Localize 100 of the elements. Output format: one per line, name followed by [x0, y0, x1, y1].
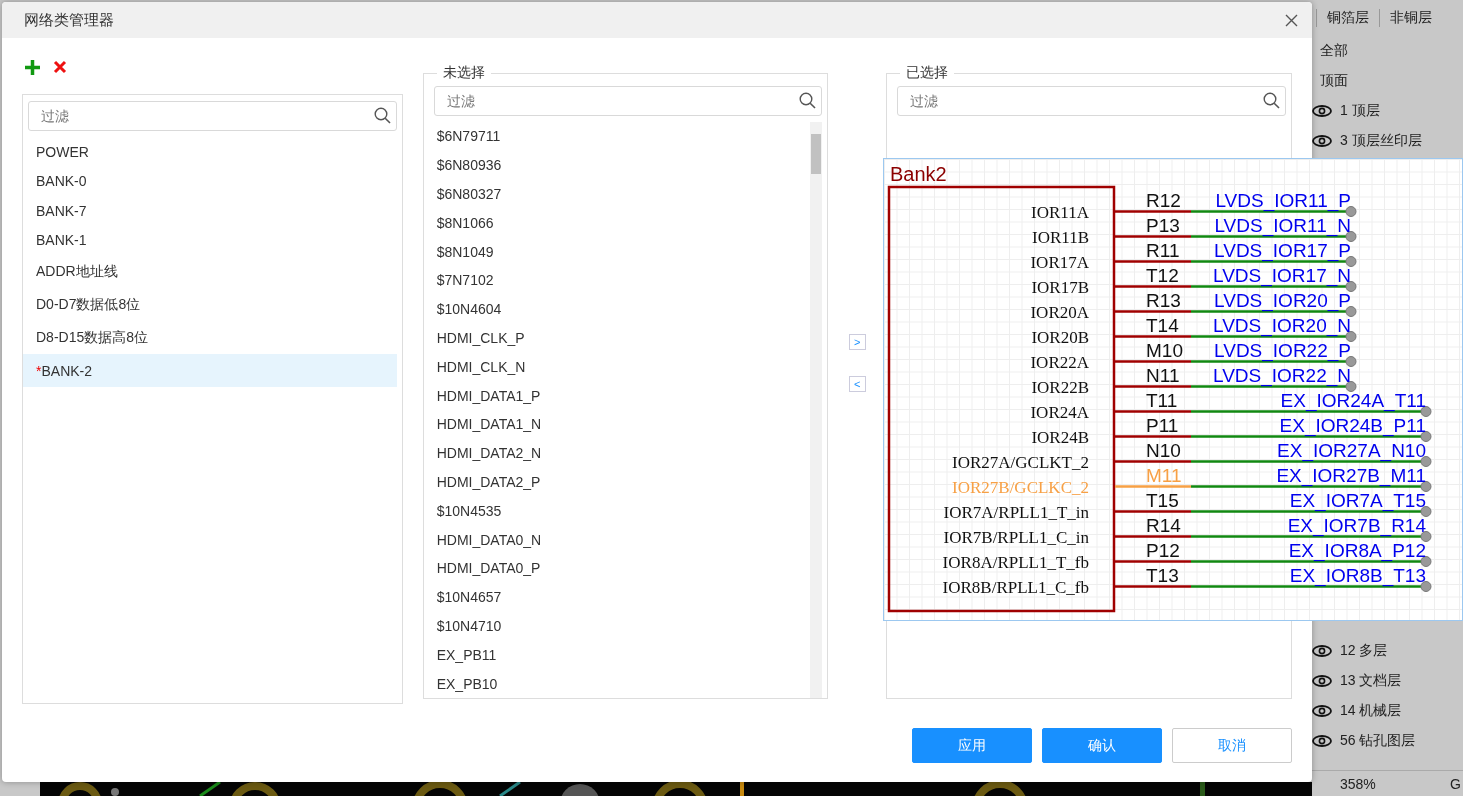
layer-item[interactable]: 14 机械层	[1340, 702, 1402, 720]
eye-icon[interactable]	[1312, 135, 1332, 147]
zoom-level: 358%	[1340, 775, 1376, 792]
pin-number: R13	[1146, 289, 1181, 311]
eye-icon[interactable]	[1312, 675, 1332, 687]
class-item[interactable]: BANK-1	[23, 225, 397, 255]
pin-number: R12	[1146, 189, 1181, 211]
pin-name: IOR8B/RPLL1_C_fb	[942, 577, 1089, 597]
net-item[interactable]: EX_PB11	[428, 640, 811, 670]
net-item[interactable]: HDMI_DATA0_P	[428, 553, 811, 583]
filter-field[interactable]: 过滤	[433, 86, 823, 116]
net-item[interactable]: EX_PB10	[428, 669, 811, 698]
net-item[interactable]: $10N4535	[428, 496, 811, 526]
net-label: LVDS_IOR22_N	[1213, 364, 1351, 386]
search-icon	[1263, 92, 1280, 109]
pin-number: T15	[1146, 489, 1179, 511]
net-label: EX_IOR24B_P11	[1279, 414, 1426, 436]
pin-name: IOR17A	[1030, 252, 1089, 272]
net-item[interactable]: $8N1049	[428, 237, 811, 266]
plus-icon	[24, 58, 41, 76]
close-icon	[1285, 14, 1298, 27]
net-label: LVDS_IOR20_N	[1213, 314, 1351, 336]
pin-name: IOR8A/RPLL1_T_fb	[942, 552, 1089, 572]
net-label: LVDS_IOR20_P	[1214, 289, 1351, 311]
layer-item[interactable]: 56 钻孔图层	[1340, 732, 1416, 750]
pin-number: P11	[1146, 414, 1179, 436]
net-item[interactable]: $6N80936	[428, 150, 811, 180]
class-item[interactable]: *BANK-2	[23, 354, 397, 387]
pin-number: T14	[1146, 314, 1179, 336]
pin-name: IOR22B	[1031, 377, 1089, 397]
net-item[interactable]: HDMI_DATA2_N	[428, 438, 811, 468]
search-icon	[799, 92, 817, 109]
group-title: 已选择	[905, 64, 950, 82]
net-item[interactable]: $10N4604	[428, 294, 811, 324]
class-item[interactable]: POWER	[23, 137, 397, 167]
net-label: EX_IOR27A_N10	[1277, 439, 1426, 461]
net-label: LVDS_IOR11_N	[1214, 214, 1351, 236]
net-label: LVDS_IOR17_N	[1213, 264, 1351, 286]
pin-number: N10	[1146, 439, 1181, 461]
pin-number: T11	[1146, 389, 1178, 411]
net-item[interactable]: HDMI_DATA1_P	[428, 381, 811, 410]
pin-number: N11	[1146, 364, 1180, 386]
pin-name: IOR27A/GCLKT_2	[952, 452, 1089, 472]
layer-item[interactable]: 3 顶层丝印层	[1340, 132, 1422, 150]
pin-number: T13	[1146, 564, 1179, 586]
net-item[interactable]: HDMI_DATA2_P	[428, 467, 811, 497]
class-item[interactable]: ADDR地址线	[23, 255, 397, 288]
eye-icon[interactable]	[1312, 705, 1332, 717]
layer-item[interactable]: 13 文档层	[1340, 672, 1402, 690]
delete-icon	[53, 60, 67, 74]
filter-field[interactable]: 过滤	[28, 101, 397, 131]
pin-name: IOR24B	[1031, 427, 1089, 447]
pin-number: T12	[1146, 264, 1179, 286]
delete-button[interactable]	[53, 60, 67, 74]
class-item[interactable]: BANK-0	[23, 166, 397, 196]
layer-tab[interactable]: 铜箔层	[1316, 9, 1379, 27]
net-item[interactable]: $7N7102	[428, 266, 811, 295]
net-label: LVDS_IOR22_P	[1214, 339, 1351, 361]
layer-group[interactable]: 顶面	[1320, 72, 1348, 90]
class-item[interactable]: BANK-7	[23, 196, 397, 226]
eye-icon[interactable]	[1312, 645, 1332, 657]
add-button[interactable]	[24, 58, 41, 76]
pin-name: IOR7A/RPLL1_T_in	[943, 502, 1089, 522]
net-item[interactable]: HDMI_DATA1_N	[428, 409, 811, 439]
net-label: EX_IOR27B_M11	[1276, 464, 1426, 486]
net-item[interactable]: HDMI_DATA0_N	[428, 525, 811, 554]
pin-name: IOR22A	[1030, 352, 1089, 372]
pin-name: IOR11B	[1032, 227, 1089, 247]
net-item[interactable]: $6N80327	[428, 179, 811, 209]
pin-name: IOR24A	[1030, 402, 1089, 422]
pin-name: IOR20A	[1030, 302, 1089, 322]
eye-icon[interactable]	[1312, 735, 1332, 747]
filter-field[interactable]: 过滤	[897, 86, 1286, 116]
pin-number: P13	[1146, 214, 1180, 236]
eye-icon[interactable]	[1312, 105, 1332, 117]
net-item[interactable]: $8N1066	[428, 208, 811, 238]
pin-number: R14	[1146, 514, 1181, 536]
net-label: EX_IOR7B_R14	[1287, 514, 1426, 536]
class-item[interactable]: D0-D7数据低8位	[23, 288, 397, 321]
pin-name: IOR17B	[1031, 277, 1089, 297]
layer-item[interactable]: 12 多层	[1340, 642, 1388, 660]
search-icon	[373, 107, 391, 124]
class-item[interactable]: D8-D15数据高8位	[23, 321, 397, 354]
layer-item[interactable]: 1 顶层	[1340, 102, 1380, 120]
scrollbar[interactable]	[810, 122, 823, 698]
pin-number: M10	[1146, 339, 1183, 361]
pin-number: M11	[1146, 464, 1182, 486]
pin-number: P12	[1146, 539, 1180, 561]
pin-number: R11	[1146, 239, 1180, 261]
net-item[interactable]: HDMI_CLK_P	[428, 323, 811, 353]
net-item[interactable]: HDMI_CLK_N	[428, 352, 811, 382]
dialog-title: 网络类管理器	[24, 10, 114, 30]
pin-name: IOR11A	[1031, 202, 1089, 222]
layer-group[interactable]: 全部	[1320, 42, 1348, 60]
net-label: EX_IOR24A_T11	[1280, 389, 1426, 411]
group-title: 未选择	[441, 64, 486, 82]
net-item[interactable]: $10N4657	[428, 582, 811, 612]
net-item[interactable]: $6N79711	[428, 122, 811, 151]
net-item[interactable]: $10N4710	[428, 611, 811, 641]
layer-tab[interactable]: 非铜层	[1379, 9, 1442, 27]
